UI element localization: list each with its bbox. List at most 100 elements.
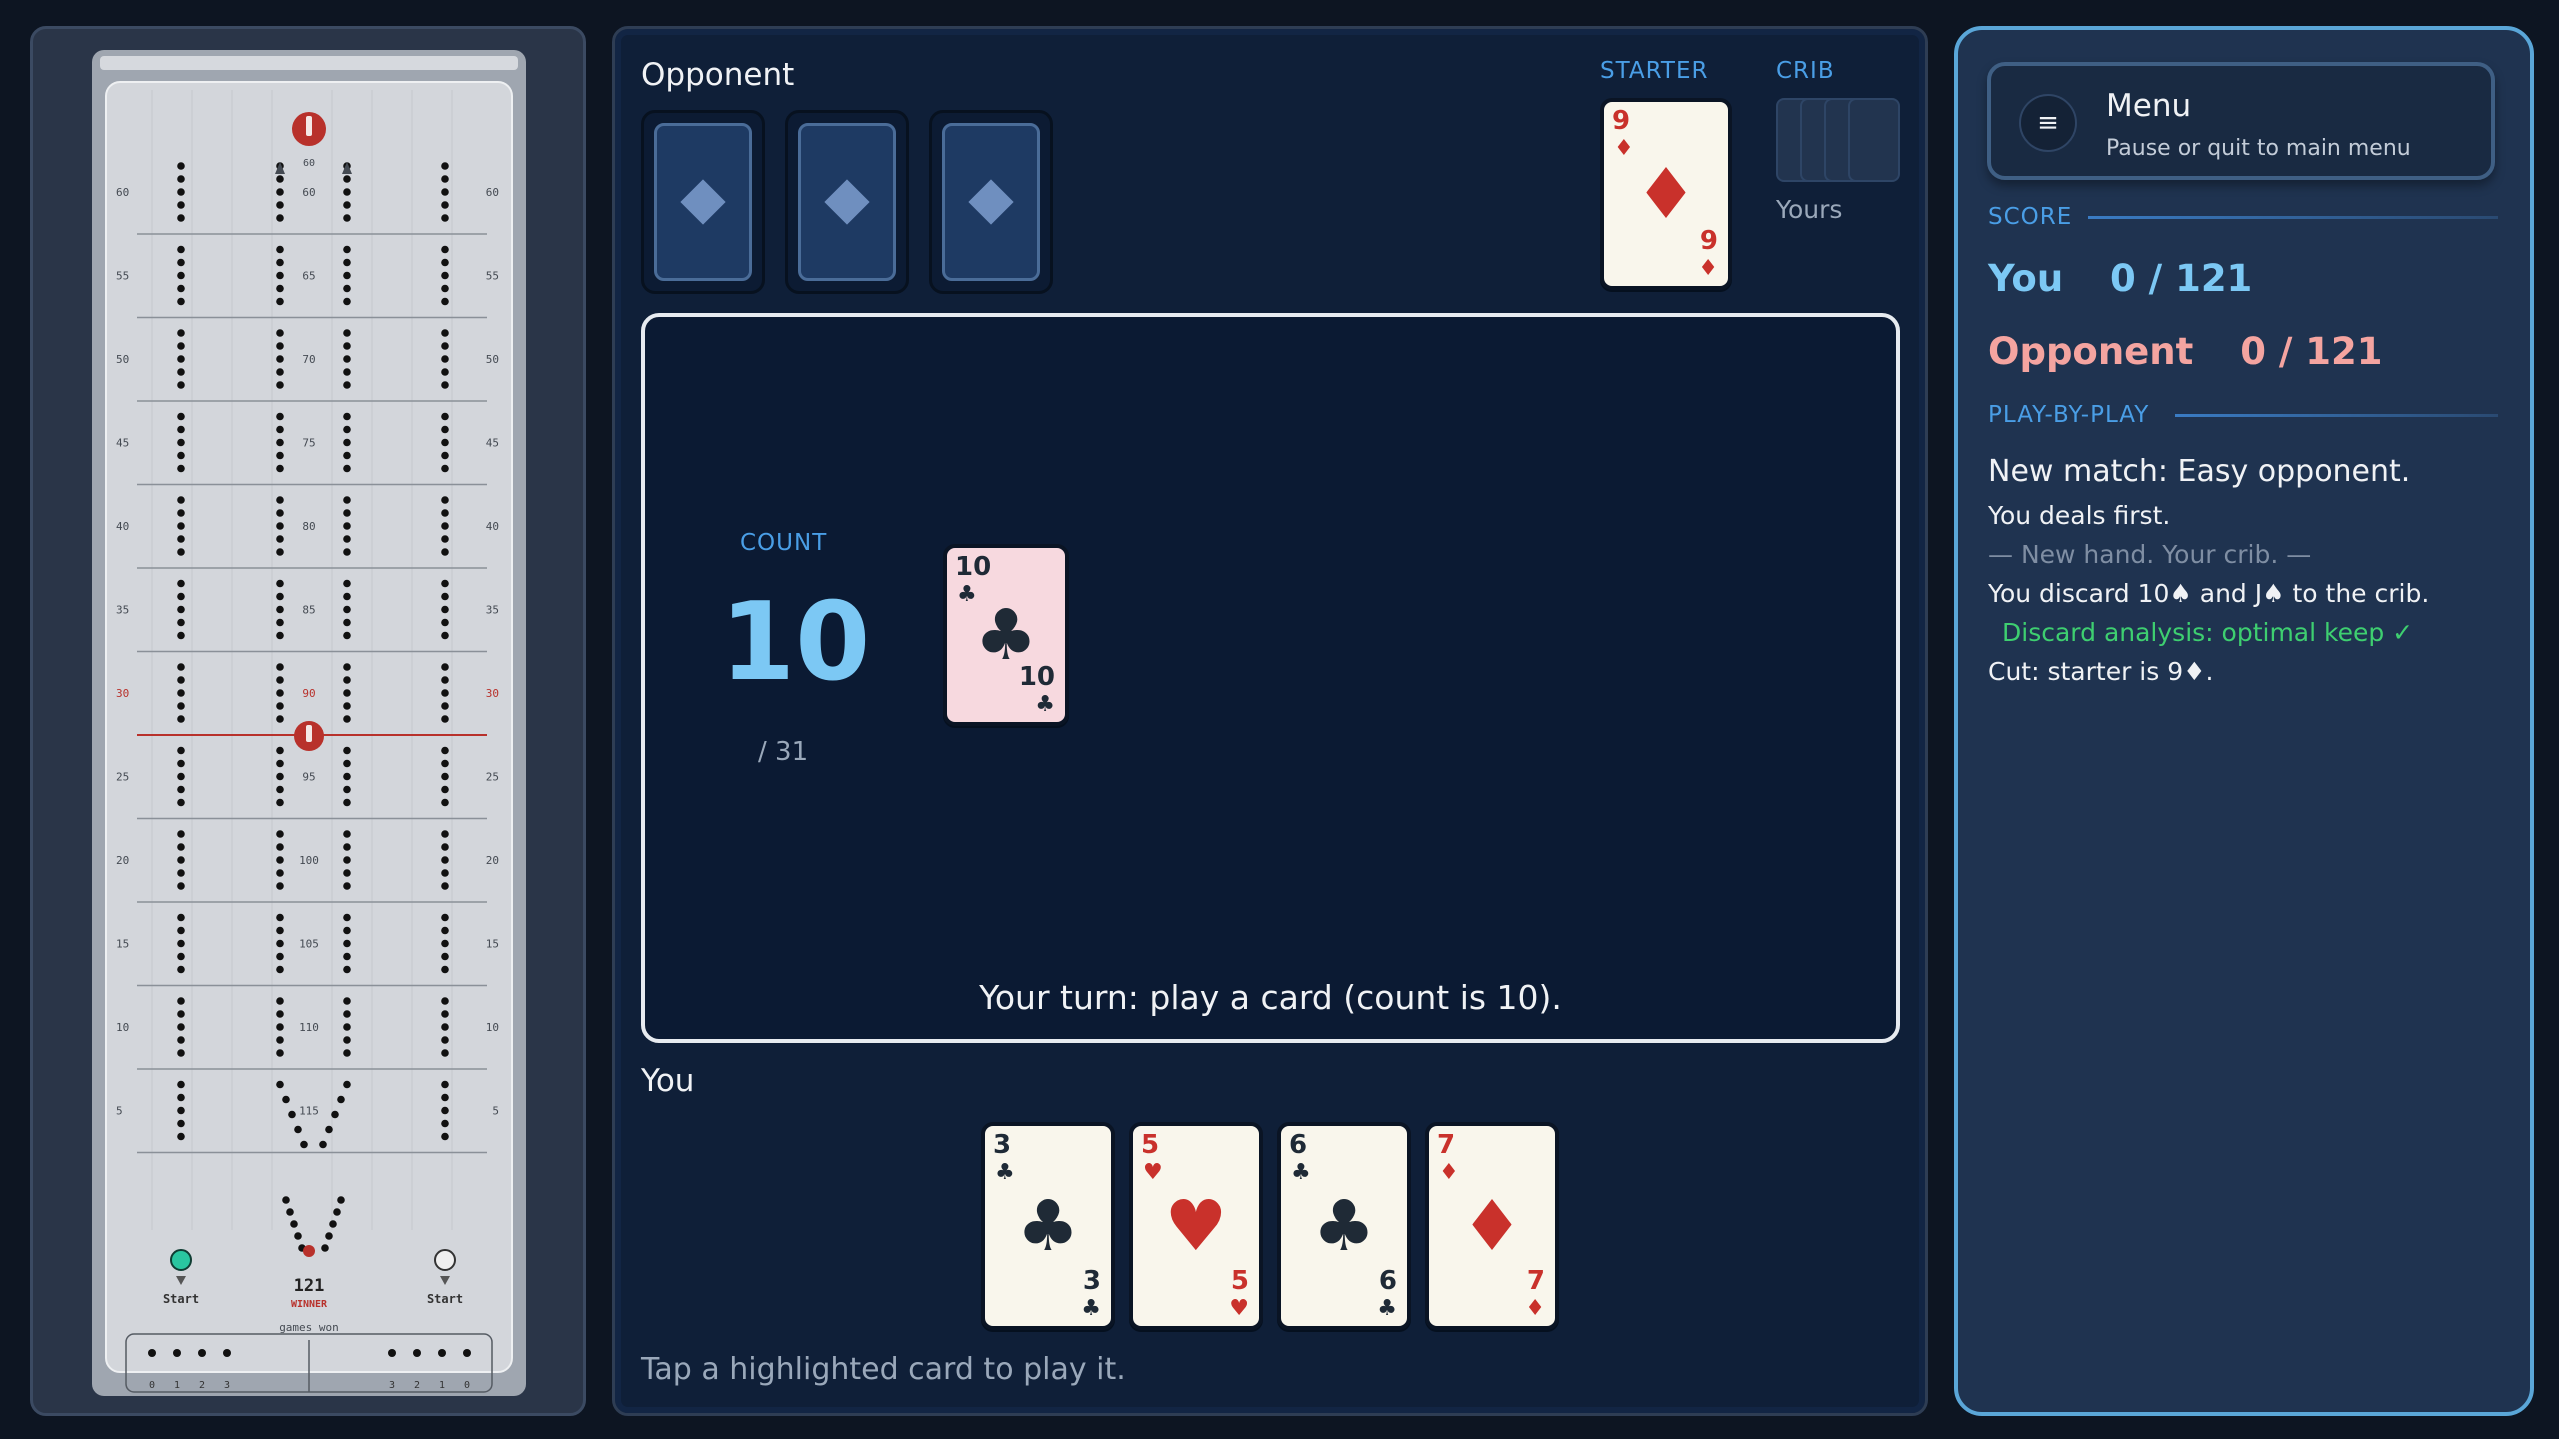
board-tick-label-center: 60 [302, 186, 315, 199]
peg-hole [441, 451, 449, 460]
board-tick-label-right: 5 [492, 1105, 499, 1118]
card-suit-icon: ♣ [1377, 1296, 1397, 1321]
peg-hole [441, 1010, 449, 1018]
peg-hole [343, 798, 351, 807]
peg-hole [343, 412, 351, 421]
peg-hole [276, 342, 284, 350]
card-rank: 9 [1612, 106, 1631, 136]
peg-hole [343, 284, 351, 293]
board-tick-label-left: 40 [116, 520, 129, 533]
crib-card [1848, 98, 1900, 182]
card-back-diamond-icon [968, 179, 1014, 225]
peg-hole [276, 913, 284, 922]
card-suit-icon: ♦ [1698, 256, 1718, 281]
opponent-card-back [641, 110, 765, 294]
peg-hole [343, 1036, 351, 1044]
log-section-label: PLAY-BY-PLAY [1988, 402, 2150, 428]
hand-card[interactable]: 3 ♣ ♣ 3 ♣ [981, 1122, 1115, 1330]
peg-hole [276, 798, 284, 807]
peg-hole [177, 1132, 185, 1141]
peg-hole [343, 271, 351, 280]
hand-card[interactable]: 5 ♥ ♥ 5 ♥ [1129, 1122, 1263, 1330]
peg-hole [441, 509, 449, 517]
board-tick-label-left: 55 [116, 270, 129, 283]
play-by-play-log: New match: Easy opponent. You deals firs… [1988, 455, 2508, 696]
peg-hole [441, 939, 449, 948]
peg-hole [177, 162, 185, 170]
peg-hole [276, 689, 284, 697]
games-won-number: 2 [414, 1380, 420, 1391]
count-label: COUNT [740, 530, 828, 556]
peg-hole [441, 785, 449, 794]
peg-hole [276, 676, 284, 684]
peg-hole [177, 214, 185, 222]
peg-hole [276, 496, 284, 504]
score-value: 0 / 121 [2240, 330, 2383, 373]
log-entry: You deals first. [1988, 501, 2171, 530]
card-rank: 7 [1526, 1266, 1545, 1296]
peg-hole [441, 464, 449, 473]
peg-hole [177, 939, 185, 948]
peg-hole [177, 715, 185, 723]
peg-hole [177, 284, 185, 293]
peg-hole [177, 882, 185, 890]
peg-hole [276, 509, 284, 517]
card-center-suit-icon: ♦ [1460, 1185, 1524, 1267]
menu-subtitle: Pause or quit to main menu [2106, 136, 2411, 161]
peg-hole [276, 464, 284, 473]
board-marker-label: 60 [303, 158, 315, 169]
hand-card[interactable]: 6 ♣ ♣ 6 ♣ [1277, 1122, 1411, 1330]
peg-hole [441, 342, 449, 350]
peg-hole [177, 188, 185, 196]
peg-hole [441, 663, 449, 671]
peg-hole [441, 869, 449, 877]
peg-hole [177, 772, 185, 781]
score-name: Opponent [1988, 330, 2194, 373]
peg-hole [343, 715, 351, 723]
peg-hole [441, 1132, 449, 1141]
card-rank: 10 [1018, 662, 1055, 692]
board-tick-label-left: 5 [116, 1105, 123, 1118]
score-name: You [1988, 257, 2064, 300]
peg-hole [276, 663, 284, 671]
board-tick-label-center: 65 [302, 270, 315, 283]
peg-hole [343, 830, 351, 838]
peg-hole [177, 368, 185, 376]
peg-hole [441, 522, 449, 530]
score-divider [2088, 216, 2498, 219]
peg-hole [343, 381, 351, 389]
peg-hole [276, 355, 284, 363]
peg-hole [177, 618, 185, 627]
finish-hole [303, 1245, 315, 1257]
peg-hole [300, 1140, 308, 1149]
peg-hole [276, 579, 284, 588]
menu-button[interactable]: ≡ Menu Pause or quit to main menu [1987, 62, 2495, 180]
peg-hole [177, 926, 185, 935]
board-tick-label-right: 30 [486, 687, 499, 700]
peg-hole [343, 1010, 351, 1018]
peg-hole [441, 746, 449, 755]
peg-hole [441, 258, 449, 267]
hand-card[interactable]: 7 ♦ ♦ 7 ♦ [1425, 1122, 1559, 1330]
peg-hole [286, 1208, 294, 1216]
peg-hole [343, 843, 351, 851]
games-won-hole [438, 1349, 446, 1357]
board-tick-label-left: 30 [116, 687, 129, 700]
peg-hole [441, 1023, 449, 1031]
board-tick-label-center: 100 [299, 854, 319, 867]
peg-hole [343, 926, 351, 935]
peg-hole [177, 509, 185, 517]
peg-hole [337, 1095, 345, 1104]
peg-hole [333, 1208, 341, 1216]
peg-hole [177, 689, 185, 697]
sidebar [1954, 26, 2534, 1416]
peg-hole [177, 913, 185, 922]
starter-label: STARTER [1600, 58, 1709, 84]
peg-hole [177, 522, 185, 530]
peg-hole [343, 882, 351, 890]
peg-hole [288, 1110, 296, 1119]
player-label: You [641, 1063, 695, 1099]
peg-hole [276, 451, 284, 460]
peg-hole [441, 1080, 449, 1089]
peg-hole [177, 830, 185, 838]
